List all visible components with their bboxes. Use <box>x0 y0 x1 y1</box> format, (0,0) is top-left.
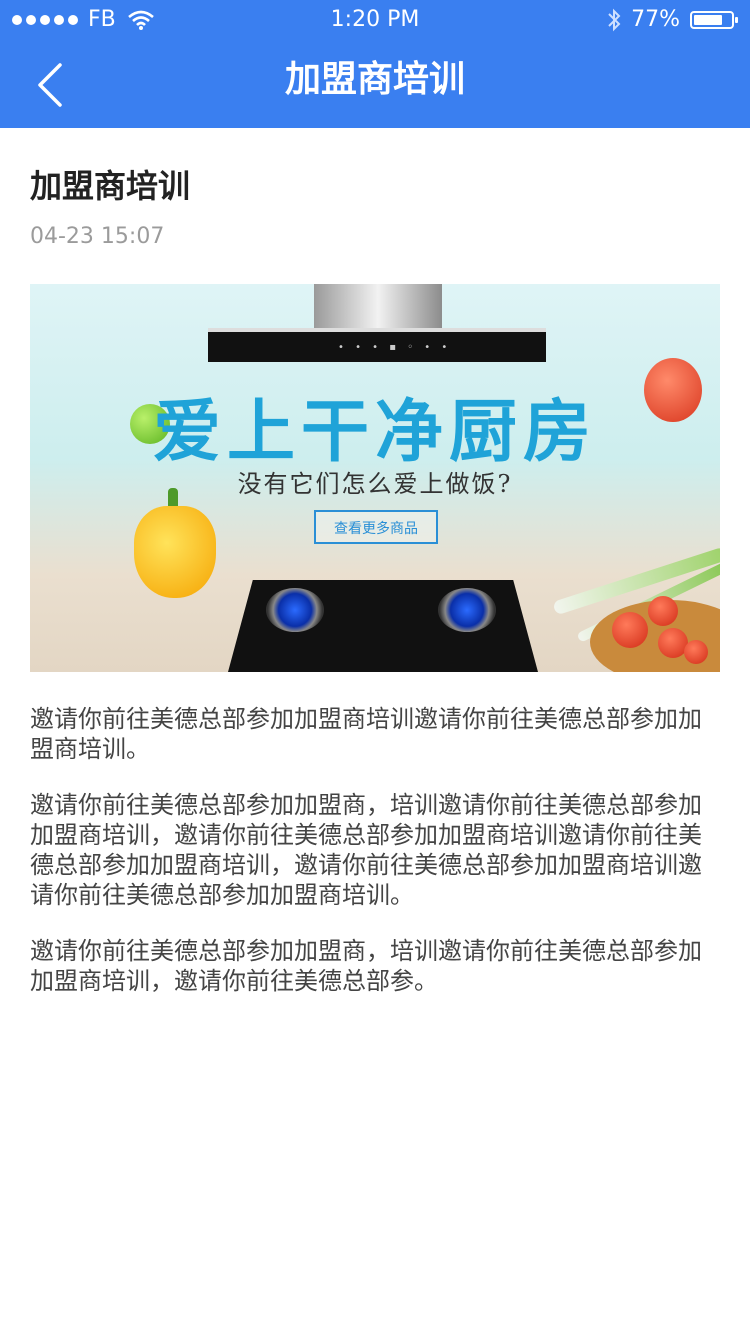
nav-bar: 加盟商培训 <box>0 40 750 128</box>
article-title: 加盟商培训 <box>30 167 191 205</box>
status-bar: FB 1:20 PM 77% <box>0 0 750 40</box>
burner-flame-left <box>266 588 324 632</box>
battery-percent: 77% <box>631 7 680 32</box>
battery-tip <box>735 17 738 23</box>
tomato-slice-decoration <box>612 612 648 648</box>
yellow-pepper-decoration <box>134 506 216 598</box>
bluetooth-icon <box>608 8 621 32</box>
article-paragraph: 邀请你前往美德总部参加加盟商培训邀请你前往美德总部参加加盟商培训。 <box>30 705 702 763</box>
article-content: 加盟商培训 04-23 15:07 • • • ▪ ◦ • • 爱上干净厨房 没… <box>30 128 720 996</box>
app-header: FB 1:20 PM 77% 加盟商培训 <box>0 0 750 128</box>
tomato-slice-decoration <box>684 640 708 664</box>
tomato-slice-decoration <box>648 596 678 626</box>
battery-icon <box>690 11 738 29</box>
article-date: 04-23 15:07 <box>30 224 165 249</box>
article-paragraph: 邀请你前往美德总部参加加盟商，培训邀请你前往美德总部参加加盟商培训，邀请你前往美… <box>30 791 702 909</box>
hood-control-panel: • • • ▪ ◦ • • <box>338 342 452 353</box>
banner-subline: 没有它们怎么爱上做饭? <box>237 470 513 498</box>
nav-title: 加盟商培训 <box>284 59 465 100</box>
range-hood-pipe <box>314 284 442 328</box>
banner-headline: 爱上干净厨房 <box>152 392 597 472</box>
status-right: 77% <box>607 0 738 40</box>
article-paragraph: 邀请你前往美德总部参加加盟商，培训邀请你前往美德总部参加加盟商培训，邀请你前往美… <box>30 937 702 995</box>
battery-fill <box>694 15 722 25</box>
range-hood-body: • • • ▪ ◦ • • <box>208 328 546 362</box>
gas-stove <box>228 580 538 672</box>
burner-flame-right <box>438 588 496 632</box>
view-more-products-button[interactable]: 查看更多商品 <box>314 510 438 544</box>
promo-banner-image[interactable]: • • • ▪ ◦ • • 爱上干净厨房 没有它们怎么爱上做饭? 查看更多商品 <box>30 284 720 672</box>
